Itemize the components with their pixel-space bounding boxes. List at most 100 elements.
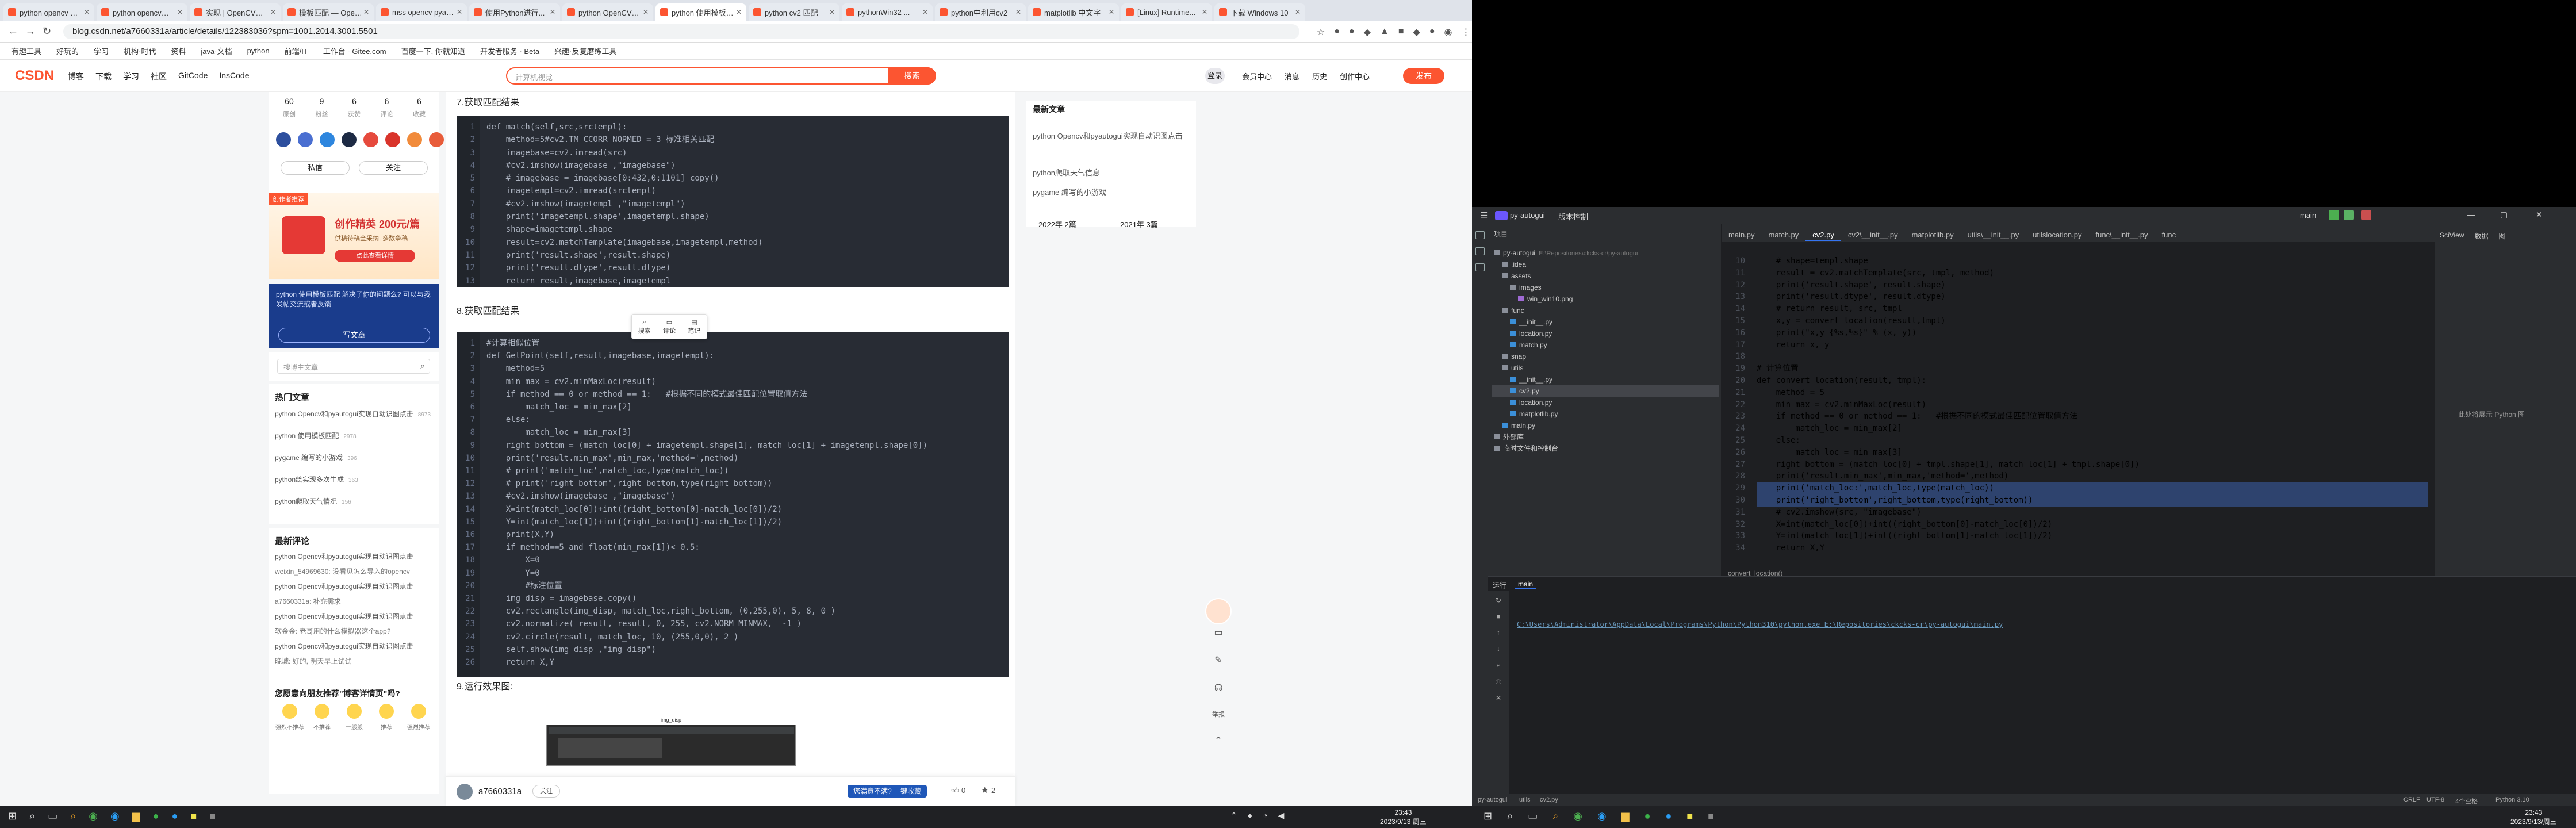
browser-tab[interactable]: 下载 Windows 10 ✕: [1214, 3, 1305, 21]
stat-item[interactable]: 6 收藏: [405, 97, 434, 118]
rating-option[interactable]: 推荐: [371, 704, 401, 731]
extension-icon[interactable]: ■: [1398, 26, 1404, 38]
list-item[interactable]: python绘实现多次生成 363: [275, 475, 434, 485]
close-icon[interactable]: ✕: [363, 8, 369, 16]
user-nav-link[interactable]: 历史: [1312, 71, 1327, 82]
sciview-tab[interactable]: 数据: [2474, 231, 2488, 241]
edge-icon[interactable]: ◉: [110, 810, 120, 822]
list-item[interactable]: python爬取天气情况 156: [275, 497, 434, 507]
browser-tab[interactable]: pythonWin32 ... ✕: [842, 3, 933, 21]
task-view-icon[interactable]: ▭: [1528, 810, 1538, 822]
extension-icon[interactable]: ▲: [1380, 26, 1389, 38]
run-icon[interactable]: [2329, 210, 2339, 220]
qq-icon[interactable]: ●: [1665, 810, 1672, 822]
comment-item[interactable]: 软金金: 老哥用的什么模拟器这个app?: [275, 627, 434, 637]
minimize-icon[interactable]: —: [2467, 210, 2475, 219]
url-input[interactable]: blog.csdn.net/a7660331a/article/details/…: [63, 24, 1300, 39]
tree-item[interactable]: main.py: [1492, 420, 1719, 431]
menu-icon[interactable]: ⋮: [1461, 26, 1470, 38]
comment-item[interactable]: a7660331a: 补充需求: [275, 597, 434, 607]
wechat-icon[interactable]: ●: [1644, 810, 1651, 822]
browser-tab[interactable]: 模板匹配 — OpenCV ✕: [283, 3, 374, 21]
editor-tab[interactable]: cv2\__init__.py: [1841, 229, 1905, 241]
editor-tab[interactable]: match.py: [1762, 229, 1806, 241]
archive-2022[interactable]: 2022年 2篇: [1038, 218, 1076, 229]
scroll-down-icon[interactable]: ↓: [1497, 645, 1500, 653]
bookmark-item[interactable]: 有趣工具: [12, 45, 41, 56]
windows-start-icon[interactable]: ⊞: [8, 810, 17, 822]
search-icon[interactable]: ⌕: [1507, 810, 1513, 822]
back-to-top-icon[interactable]: ⌃: [1214, 735, 1222, 746]
tree-item[interactable]: __init__.py: [1492, 316, 1719, 328]
edge-icon[interactable]: ◉: [1597, 810, 1607, 822]
archive-2021[interactable]: 2021年 3篇: [1120, 218, 1158, 229]
publish-button[interactable]: 发布: [1403, 68, 1444, 84]
edit-icon[interactable]: ✎: [1214, 654, 1222, 666]
editor-tab[interactable]: main.py: [1722, 229, 1762, 241]
extension-icon[interactable]: ●: [1334, 26, 1340, 38]
browser-tab[interactable]: python中利用cv2 ✕: [935, 3, 1026, 21]
extension-icon[interactable]: ◆: [1413, 26, 1420, 38]
write-article-button[interactable]: 写文章: [278, 328, 430, 343]
editor-tab[interactable]: func\__init__.py: [2088, 229, 2155, 241]
promo-button[interactable]: 点此查看详情: [335, 250, 415, 262]
folder-icon[interactable]: ▆: [1621, 810, 1630, 822]
close-icon[interactable]: ✕: [84, 8, 90, 16]
latest-article-link[interactable]: python爬取天气信息: [1033, 167, 1100, 178]
volume-icon[interactable]: ◀: [1278, 811, 1285, 821]
wechat-icon[interactable]: ●: [153, 810, 159, 822]
satisfaction-prompt[interactable]: 您满意不满? 一键收藏: [848, 785, 927, 798]
rating-option[interactable]: 不推荐: [307, 704, 337, 731]
close-icon[interactable]: ✕: [177, 8, 183, 16]
tree-item[interactable]: location.py: [1492, 397, 1719, 408]
task-view-icon[interactable]: ▭: [48, 810, 57, 822]
tree-item[interactable]: cv2.py: [1492, 385, 1719, 397]
nav-link[interactable]: GitCode: [178, 71, 208, 82]
bookmark-item[interactable]: 百度一下, 你就知道: [401, 45, 465, 56]
selection-search-button[interactable]: ⌕ 搜索: [638, 319, 651, 335]
blog-search-input[interactable]: 搜博主文章: [283, 362, 318, 372]
csdn-search-button[interactable]: 搜索: [888, 67, 936, 85]
trash-icon[interactable]: ✕: [1496, 694, 1501, 702]
bookmark-item[interactable]: 兴趣·反复磨练工具: [554, 45, 616, 56]
tree-item[interactable]: win_win10.png: [1492, 293, 1719, 305]
star-icon[interactable]: ☆: [1317, 26, 1325, 38]
bookmark-item[interactable]: 机构·时代: [124, 45, 156, 56]
bookmark-item[interactable]: 前端/IT: [285, 45, 308, 56]
tree-item[interactable]: assets: [1492, 270, 1719, 282]
project-tool-icon[interactable]: [1475, 231, 1485, 239]
list-item[interactable]: python 使用模板匹配 2978: [275, 431, 434, 442]
status-path-dir[interactable]: utils: [1519, 796, 1531, 803]
rerun-icon[interactable]: ↻: [1496, 596, 1501, 604]
app-icon[interactable]: ■: [209, 810, 216, 822]
tree-item[interactable]: func: [1492, 305, 1719, 316]
tree-item[interactable]: images: [1492, 282, 1719, 293]
run-tab-main[interactable]: main: [1515, 580, 1537, 589]
stat-item[interactable]: 6 评论: [373, 97, 401, 118]
latest-article-link[interactable]: python Opencv和pyautogui实现自动识图点击: [1033, 131, 1188, 141]
extension-icon[interactable]: ●: [1429, 26, 1435, 38]
vcs-menu[interactable]: 版本控制: [1558, 211, 1588, 222]
sciview-tab[interactable]: 图: [2498, 231, 2505, 241]
close-icon[interactable]: ✕: [1015, 8, 1021, 16]
tray-app-icon[interactable]: ●: [1248, 811, 1252, 821]
close-icon[interactable]: ✕: [1295, 8, 1301, 16]
rating-option[interactable]: 一般般: [339, 704, 369, 731]
status-path-file[interactable]: cv2.py: [1540, 796, 1558, 803]
search-icon[interactable]: ⌕: [29, 810, 35, 822]
stop-icon[interactable]: [2361, 210, 2371, 220]
tree-item[interactable]: .idea: [1492, 259, 1719, 270]
browser-tab[interactable]: python 使用模板匹配 ✕: [656, 3, 746, 21]
comment-item[interactable]: weixin_54969630: 没看见怎么导入的opencv: [275, 567, 434, 577]
maximize-icon[interactable]: ▢: [2500, 210, 2508, 220]
tree-item[interactable]: location.py: [1492, 328, 1719, 339]
tree-item[interactable]: utils: [1492, 362, 1719, 374]
code-editor[interactable]: 10 11 12 13 14 15 16 17 18 19 20 21 22 23 24 25 26 27 28 29…: [1723, 251, 2431, 578]
project-name[interactable]: py-autogui: [1510, 211, 1545, 220]
editor-tab[interactable]: matplotlib.py: [1905, 229, 1961, 241]
csdn-search-input[interactable]: 计算机视觉: [515, 71, 553, 82]
sciview-tab[interactable]: SciView: [2440, 231, 2464, 241]
network-icon[interactable]: ◔: [1263, 811, 1267, 821]
tree-item[interactable]: __init__.py: [1492, 374, 1719, 385]
chrome-icon[interactable]: ◉: [1573, 810, 1582, 822]
